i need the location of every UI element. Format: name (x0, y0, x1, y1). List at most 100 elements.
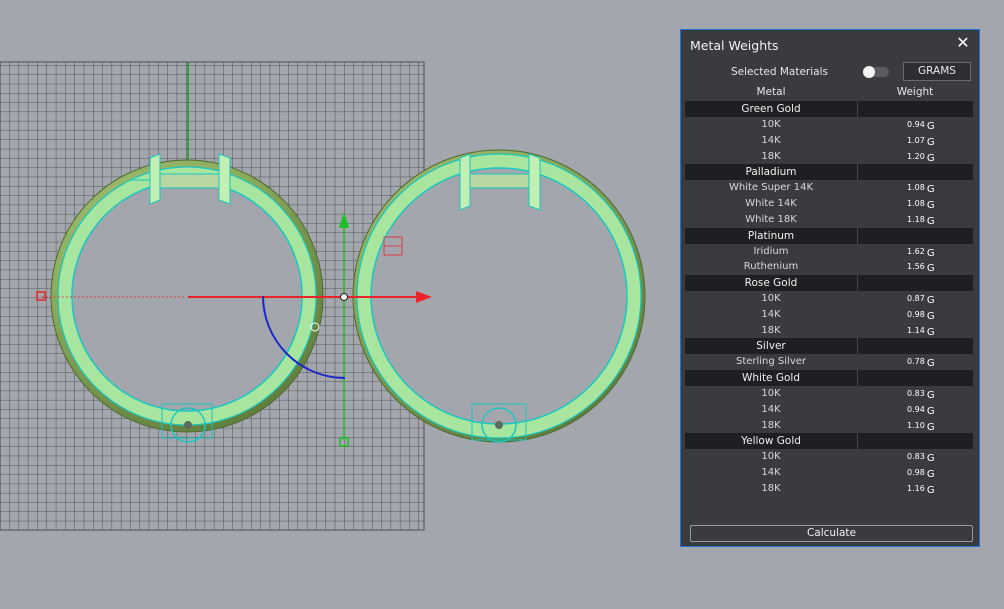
weight-number: 1.56 (907, 262, 925, 272)
selected-materials-toggle[interactable] (863, 66, 889, 78)
weight-number: 0.94 (907, 404, 925, 414)
metal-item-row[interactable]: 18K 1.10 G (685, 418, 973, 434)
weight-number: 0.83 (907, 389, 925, 398)
weight-number: 0.98 (907, 309, 925, 319)
metal-item-row[interactable]: 18K 1.16 G (685, 481, 973, 497)
metal-item-row[interactable]: White 18K 1.18 G (685, 212, 973, 228)
weight-unit: G (926, 484, 935, 496)
metal-group-row[interactable]: Platinum (685, 227, 973, 244)
weight-number: 0.83 (907, 452, 925, 462)
metal-item-row[interactable]: 18K 1.20 G (685, 149, 973, 165)
metal-group-row[interactable]: Yellow Gold (685, 433, 973, 450)
weight-number: 1.20 (907, 151, 925, 161)
metal-group-label: Green Gold (741, 103, 801, 115)
weight-column-header: Weight (896, 86, 934, 98)
weight-unit: G (926, 453, 935, 465)
metal-item-label: 18K (761, 419, 781, 431)
metal-group-row[interactable]: Green Gold (685, 101, 973, 117)
metal-weights-panel: Metal Weights ✕ Selected Materials GRAMS… (680, 29, 980, 547)
weight-number: 0.98 (907, 468, 925, 477)
metal-item-label: 10K (761, 119, 781, 130)
metal-item-row[interactable]: White 14K 1.08 G (685, 196, 973, 212)
calculate-button[interactable]: Calculate (690, 525, 973, 542)
metal-group-row[interactable]: Rose Gold (685, 275, 973, 291)
column-divider (857, 164, 858, 181)
metal-item-row[interactable]: 14K 0.98 G (685, 307, 973, 323)
metal-group-row[interactable]: Silver (685, 338, 973, 355)
weight-unit: G (926, 136, 935, 148)
metal-item-row[interactable]: 14K 0.94 G (685, 402, 973, 418)
weight-unit: G (926, 405, 935, 417)
metal-item-label: 14K (761, 403, 781, 415)
weight-number: 0.87 (907, 294, 925, 303)
weight-unit: G (926, 215, 935, 227)
metal-item-row[interactable]: 10K 0.83 G (685, 386, 973, 402)
weight-unit: G (926, 421, 935, 433)
metal-weights-table: Green Gold 10K 0.94 G 14K 1.07 G 18K 1.20 G Pallad… (685, 101, 973, 497)
weight-number: 1.08 (907, 183, 925, 193)
column-divider (857, 338, 858, 355)
metal-item-row[interactable]: Ruthenium 1.56 G (685, 259, 973, 275)
metal-item-row[interactable]: 18K 1.14 G (685, 323, 973, 339)
metal-item-row[interactable]: Sterling Silver 0.78 G (685, 354, 973, 370)
weight-number: 1.07 (907, 135, 925, 145)
metal-group-label: Rose Gold (744, 277, 798, 289)
metal-item-row[interactable]: 14K 0.98 G (685, 465, 973, 481)
metal-weight-value: 1.16 G (907, 481, 935, 499)
metal-item-label: White Super 14K (728, 182, 813, 194)
weight-unit: G (926, 184, 935, 196)
metal-group-row[interactable]: Palladium (685, 164, 973, 181)
metal-item-label: Ruthenium (743, 261, 799, 273)
weight-unit: G (926, 200, 935, 211)
metal-group-label: Palladium (745, 166, 797, 179)
weight-number: 1.14 (907, 325, 925, 335)
metal-group-label: Platinum (747, 229, 795, 242)
weight-unit: G (926, 121, 935, 132)
weight-unit: G (926, 263, 935, 275)
metal-item-label: 10K (761, 451, 781, 463)
column-divider (857, 370, 858, 386)
selected-materials-label: Selected Materials (731, 66, 828, 78)
metal-item-label: 18K (761, 482, 781, 494)
weight-unit: G (926, 152, 935, 164)
column-header: Metal Weight (685, 86, 973, 100)
metal-item-label: White 14K (745, 198, 797, 209)
panel-title: Metal Weights (690, 38, 779, 53)
gumball-origin[interactable] (340, 293, 348, 301)
weight-number: 1.16 (907, 483, 925, 493)
weight-number: 1.08 (907, 199, 925, 208)
metal-item-row[interactable]: 10K 0.94 G (685, 117, 973, 133)
metal-group-row[interactable]: White Gold (685, 370, 973, 386)
column-divider (857, 227, 858, 244)
metal-item-label: 18K (761, 324, 781, 336)
metal-group-label: Silver (756, 340, 786, 353)
weight-unit: G (926, 295, 935, 306)
metal-item-row[interactable]: Iridium 1.62 G (685, 244, 973, 260)
close-icon: ✕ (956, 33, 970, 52)
metal-group-label: White Gold (741, 372, 800, 384)
metal-item-label: 14K (761, 134, 781, 146)
metal-item-label: 10K (761, 293, 781, 304)
metal-item-row[interactable]: 10K 0.87 G (685, 291, 973, 307)
toggle-knob (863, 66, 875, 78)
weight-unit: G (926, 247, 935, 259)
metal-column-header: Metal (756, 86, 786, 98)
weight-unit: G (926, 469, 935, 480)
metal-item-label: Iridium (753, 245, 789, 257)
metal-item-row[interactable]: White Super 14K 1.08 G (685, 180, 973, 196)
metal-item-label: White 18K (745, 213, 797, 225)
metal-item-label: Sterling Silver (735, 356, 807, 368)
weight-unit: G (926, 390, 935, 401)
metal-group-label: Yellow Gold (741, 435, 801, 448)
column-divider (857, 101, 858, 117)
column-divider (857, 275, 858, 291)
metal-item-label: 18K (761, 150, 781, 162)
close-button[interactable]: ✕ (955, 35, 971, 51)
units-button[interactable]: GRAMS (903, 62, 971, 81)
metal-item-row[interactable]: 10K 0.83 G (685, 449, 973, 465)
metal-item-row[interactable]: 14K 1.07 G (685, 133, 973, 149)
weight-number: 1.10 (907, 420, 925, 430)
weight-number: 0.78 (907, 357, 925, 367)
weight-number: 1.62 (907, 246, 925, 256)
weight-number: 1.18 (907, 214, 925, 224)
